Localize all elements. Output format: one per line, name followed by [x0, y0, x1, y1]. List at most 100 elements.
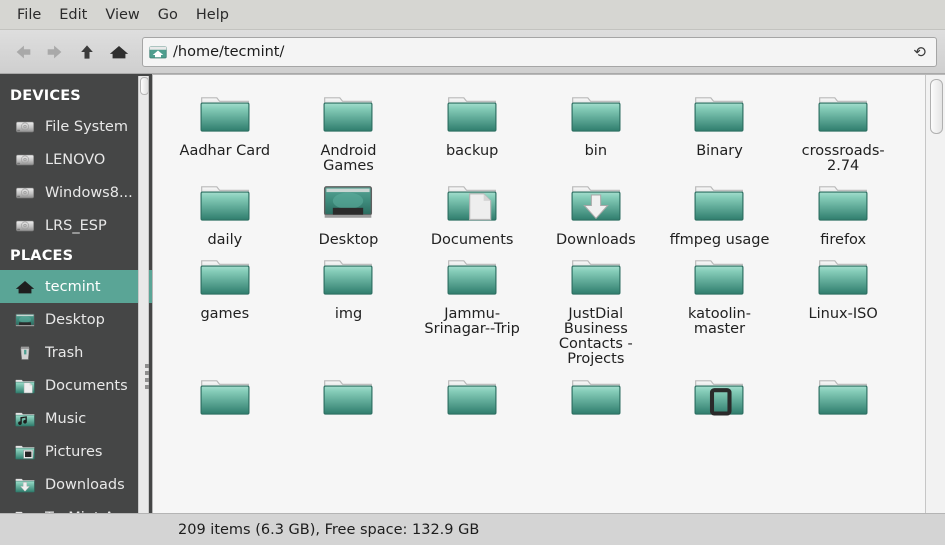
file-item[interactable]: JustDial Business Contacts - Projects: [534, 252, 658, 371]
sidebar-item-tecmint[interactable]: tecmint: [0, 270, 152, 303]
trash-icon: [14, 343, 36, 363]
menu-help[interactable]: Help: [187, 5, 238, 25]
location-bar[interactable]: /home/tecmint/ ⟲: [142, 37, 937, 67]
folder-home-icon: [149, 44, 167, 60]
folder-icon: [815, 252, 871, 300]
hard-drive-icon: [14, 150, 36, 170]
file-item[interactable]: img: [287, 252, 411, 371]
sidebar-item-desktop[interactable]: Desktop: [0, 303, 152, 336]
folder-documents-icon: [444, 178, 500, 226]
sidebar-item-trash[interactable]: Trash: [0, 336, 152, 369]
file-item[interactable]: Jammu-Srinagar--Trip: [410, 252, 534, 371]
home-button[interactable]: [104, 37, 134, 67]
sidebar-item-label: Downloads: [45, 477, 125, 493]
hard-drive-icon: [14, 117, 36, 137]
menu-edit[interactable]: Edit: [50, 5, 96, 25]
folder-downloads-icon: [568, 178, 624, 226]
file-item[interactable]: games: [163, 252, 287, 371]
folder-icon: [815, 372, 871, 420]
sidebar-scrollbar-thumb[interactable]: [140, 77, 149, 95]
file-item[interactable]: Aadhar Card: [163, 89, 287, 178]
file-item[interactable]: [534, 372, 658, 424]
menu-bar: File Edit View Go Help: [0, 0, 945, 30]
up-button[interactable]: [72, 37, 102, 67]
file-item[interactable]: Android Games: [287, 89, 411, 178]
file-item[interactable]: [163, 372, 287, 424]
file-name: crossroads-2.74: [788, 144, 898, 174]
sidebar-item-pictures[interactable]: Pictures: [0, 435, 152, 468]
folder-icon: [320, 252, 376, 300]
sidebar-item-label: Pictures: [45, 444, 102, 460]
status-bar: 209 items (6.3 GB), Free space: 132.9 GB: [0, 513, 945, 545]
sidebar-item-tecmint-archive[interactable]: TecMint Ar...: [0, 501, 152, 513]
file-item[interactable]: [410, 372, 534, 424]
sidebar-item-windows8[interactable]: Windows8...: [0, 176, 152, 209]
home-icon: [14, 277, 36, 297]
sidebar-item-label: tecmint: [45, 279, 101, 295]
reload-icon[interactable]: ⟲: [913, 43, 930, 61]
file-item[interactable]: Downloads: [534, 178, 658, 252]
icon-grid: Aadhar Card Android Games backup bin Bin…: [153, 75, 923, 424]
file-item[interactable]: [781, 372, 905, 424]
folder-icon: [568, 252, 624, 300]
sidebar-heading-devices: DEVICES: [0, 82, 152, 110]
file-name: bin: [585, 144, 607, 159]
file-item[interactable]: Linux-ISO: [781, 252, 905, 371]
file-name: Downloads: [556, 233, 636, 248]
sidebar-item-lenovo[interactable]: LENOVO: [0, 143, 152, 176]
sidebar-item-documents[interactable]: Documents: [0, 369, 152, 402]
file-list-pane[interactable]: Aadhar Card Android Games backup bin Bin…: [152, 74, 945, 513]
file-item[interactable]: firefox: [781, 178, 905, 252]
file-item[interactable]: katoolin-master: [658, 252, 782, 371]
file-name: Linux-ISO: [809, 307, 878, 322]
file-manager-window: File Edit View Go Help /home/tecmint/ ⟲ …: [0, 0, 945, 545]
sidebar-item-music[interactable]: Music: [0, 402, 152, 435]
sidebar-item-label: LENOVO: [45, 152, 105, 168]
sidebar-item-label: Documents: [45, 378, 128, 394]
folder-icon: [815, 178, 871, 226]
folder-downloads-icon: [14, 475, 36, 495]
folder-icon: [815, 89, 871, 137]
file-item[interactable]: backup: [410, 89, 534, 178]
file-item[interactable]: ffmpeg usage: [658, 178, 782, 252]
folder-icon: [14, 508, 36, 514]
folder-icon: [197, 372, 253, 420]
file-item[interactable]: Documents: [410, 178, 534, 252]
file-pane-scrollbar[interactable]: [925, 75, 945, 513]
file-item[interactable]: daily: [163, 178, 287, 252]
file-item[interactable]: crossroads-2.74: [781, 89, 905, 178]
sidebar-scrollbar[interactable]: [138, 76, 149, 513]
arrow-right-icon: [44, 41, 66, 63]
hard-drive-icon: [14, 183, 36, 203]
sidebar-item-label: Desktop: [45, 312, 105, 328]
sidebar-item-lrs-esp[interactable]: LRS_ESP: [0, 209, 152, 242]
file-item[interactable]: Binary: [658, 89, 782, 178]
sidebar-item-downloads[interactable]: Downloads: [0, 468, 152, 501]
forward-button[interactable]: [40, 37, 70, 67]
file-item[interactable]: bin: [534, 89, 658, 178]
file-item[interactable]: [287, 372, 411, 424]
file-name: daily: [207, 233, 242, 248]
path-text: /home/tecmint/: [173, 44, 913, 60]
menu-file[interactable]: File: [8, 5, 50, 25]
file-name: Android Games: [293, 144, 403, 174]
sidebar-item-file-system[interactable]: File System: [0, 110, 152, 143]
back-button[interactable]: [8, 37, 38, 67]
file-name: Documents: [431, 233, 514, 248]
file-name: games: [200, 307, 249, 322]
toolbar: /home/tecmint/ ⟲: [0, 30, 945, 74]
sidebar-item-label: LRS_ESP: [45, 218, 107, 234]
sidebar-item-label: File System: [45, 119, 128, 135]
sidebar-resize-grip[interactable]: [145, 364, 150, 389]
menu-go[interactable]: Go: [149, 5, 187, 25]
file-item[interactable]: Desktop: [287, 178, 411, 252]
file-pane-scrollbar-thumb[interactable]: [930, 79, 943, 134]
sidebar-item-label: Music: [45, 411, 86, 427]
folder-icon: [568, 372, 624, 420]
folder-dark-overlay-icon: [691, 372, 747, 420]
menu-view[interactable]: View: [96, 5, 148, 25]
file-item[interactable]: [658, 372, 782, 424]
file-name: ffmpeg usage: [670, 233, 770, 248]
desktop-icon: [14, 310, 36, 330]
file-name: firefox: [820, 233, 866, 248]
